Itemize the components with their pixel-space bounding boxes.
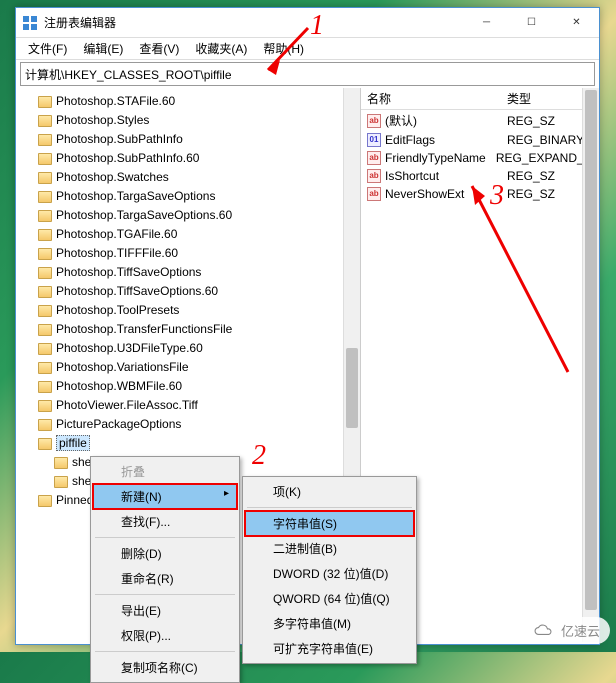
tree-item[interactable]: PhotoViewer.FileAssoc.Tiff (16, 396, 360, 415)
value-row[interactable]: abFriendlyTypeNameREG_EXPAND_SZ (361, 149, 599, 167)
values-scrollbar[interactable] (582, 88, 599, 642)
tree-item[interactable]: Photoshop.WBMFile.60 (16, 377, 360, 396)
ctx-permissions[interactable]: 权限(P)... (93, 623, 237, 648)
ctx-new-string[interactable]: 字符串值(S) (245, 511, 414, 536)
ctx-export[interactable]: 导出(E) (93, 598, 237, 623)
value-icon: ab (367, 114, 381, 128)
ctx-find[interactable]: 查找(F)... (93, 509, 237, 534)
ctx-rename[interactable]: 重命名(R) (93, 566, 237, 591)
folder-icon (38, 362, 52, 374)
folder-icon (38, 172, 52, 184)
value-name: IsShortcut (385, 169, 439, 183)
address-bar[interactable]: 计算机\HKEY_CLASSES_ROOT\piffile (20, 62, 595, 86)
value-icon: ab (367, 169, 381, 183)
watermark: 亿速云 (523, 617, 610, 644)
tree-item-piffile[interactable]: piffile (16, 434, 360, 453)
folder-icon (38, 267, 52, 279)
values-header: 名称 类型 (361, 88, 599, 110)
value-icon: ab (367, 187, 381, 201)
col-name[interactable]: 名称 (361, 90, 501, 107)
window-title: 注册表编辑器 (44, 14, 464, 31)
tree-item[interactable]: Photoshop.TargaSaveOptions.60 (16, 206, 360, 225)
menu-help[interactable]: 帮助(H) (255, 38, 312, 59)
ctx-new-dword[interactable]: DWORD (32 位)值(D) (245, 561, 414, 586)
minimize-button[interactable]: ─ (464, 8, 509, 37)
folder-icon (38, 153, 52, 165)
context-menu-new: 项(K) 字符串值(S) 二进制值(B) DWORD (32 位)值(D) QW… (242, 476, 417, 664)
value-icon: ab (367, 151, 381, 165)
tree-item[interactable]: Photoshop.STAFile.60 (16, 92, 360, 111)
context-menu-key: 折叠 新建(N) 查找(F)... 删除(D) 重命名(R) 导出(E) 权限(… (90, 456, 240, 683)
value-name: FriendlyTypeName (385, 151, 486, 165)
folder-icon (38, 210, 52, 222)
tree-item[interactable]: Photoshop.Swatches (16, 168, 360, 187)
folder-icon (38, 305, 52, 317)
scroll-thumb[interactable] (585, 90, 597, 610)
folder-icon (38, 343, 52, 355)
value-icon: 01 (367, 133, 381, 147)
tree-item[interactable]: Photoshop.TiffSaveOptions.60 (16, 282, 360, 301)
tree-item[interactable]: Photoshop.ToolPresets (16, 301, 360, 320)
value-row[interactable]: ab(默认)REG_SZ (361, 110, 599, 131)
tree-item[interactable]: Photoshop.SubPathInfo (16, 130, 360, 149)
ctx-collapse: 折叠 (93, 459, 237, 484)
menubar: 文件(F) 编辑(E) 查看(V) 收藏夹(A) 帮助(H) (16, 38, 599, 60)
folder-icon (38, 381, 52, 393)
ctx-delete[interactable]: 删除(D) (93, 541, 237, 566)
value-row[interactable]: abNeverShowExtREG_SZ (361, 185, 599, 203)
folder-icon (38, 248, 52, 260)
tree-item[interactable]: Photoshop.TiffSaveOptions (16, 263, 360, 282)
folder-icon (38, 191, 52, 203)
ctx-copykeyname[interactable]: 复制项名称(C) (93, 655, 237, 680)
tree-item[interactable]: Photoshop.U3DFileType.60 (16, 339, 360, 358)
tree-item[interactable]: Photoshop.Styles (16, 111, 360, 130)
ctx-new-binary[interactable]: 二进制值(B) (245, 536, 414, 561)
titlebar: 注册表编辑器 ─ ☐ ✕ (16, 8, 599, 38)
folder-icon (38, 495, 52, 507)
menu-favorites[interactable]: 收藏夹(A) (187, 38, 255, 59)
folder-icon (38, 400, 52, 412)
menu-edit[interactable]: 编辑(E) (75, 38, 131, 59)
app-icon (22, 15, 38, 31)
tree-item[interactable]: Photoshop.TransferFunctionsFile (16, 320, 360, 339)
value-name: (默认) (385, 112, 417, 129)
address-text: 计算机\HKEY_CLASSES_ROOT\piffile (25, 66, 232, 83)
close-button[interactable]: ✕ (554, 8, 599, 37)
cloud-icon (533, 624, 555, 638)
menu-file[interactable]: 文件(F) (20, 38, 75, 59)
ctx-separator (95, 537, 235, 538)
menu-view[interactable]: 查看(V) (131, 38, 187, 59)
tree-item[interactable]: Photoshop.TargaSaveOptions (16, 187, 360, 206)
maximize-button[interactable]: ☐ (509, 8, 554, 37)
value-row[interactable]: 01EditFlagsREG_BINARY (361, 131, 599, 149)
value-name: NeverShowExt (385, 187, 464, 201)
folder-icon (38, 438, 52, 450)
folder-icon (38, 286, 52, 298)
tree-item[interactable]: Photoshop.TIFFFile.60 (16, 244, 360, 263)
tree-item[interactable]: PicturePackageOptions (16, 415, 360, 434)
ctx-new-expandstring[interactable]: 可扩充字符串值(E) (245, 636, 414, 661)
ctx-new-qword[interactable]: QWORD (64 位)值(Q) (245, 586, 414, 611)
value-row[interactable]: abIsShortcutREG_SZ (361, 167, 599, 185)
folder-icon (38, 134, 52, 146)
scroll-thumb[interactable] (346, 348, 358, 428)
folder-icon (38, 324, 52, 336)
ctx-separator (247, 507, 412, 508)
ctx-new-key[interactable]: 项(K) (245, 479, 414, 504)
ctx-separator (95, 594, 235, 595)
ctx-new-multistring[interactable]: 多字符串值(M) (245, 611, 414, 636)
folder-icon (38, 96, 52, 108)
ctx-new[interactable]: 新建(N) (93, 484, 237, 509)
folder-icon (38, 229, 52, 241)
folder-icon (54, 457, 68, 469)
folder-icon (54, 476, 68, 488)
tree-item[interactable]: Photoshop.TGAFile.60 (16, 225, 360, 244)
value-name: EditFlags (385, 133, 435, 147)
tree-item[interactable]: Photoshop.VariationsFile (16, 358, 360, 377)
folder-icon (38, 419, 52, 431)
tree-item[interactable]: Photoshop.SubPathInfo.60 (16, 149, 360, 168)
folder-icon (38, 115, 52, 127)
